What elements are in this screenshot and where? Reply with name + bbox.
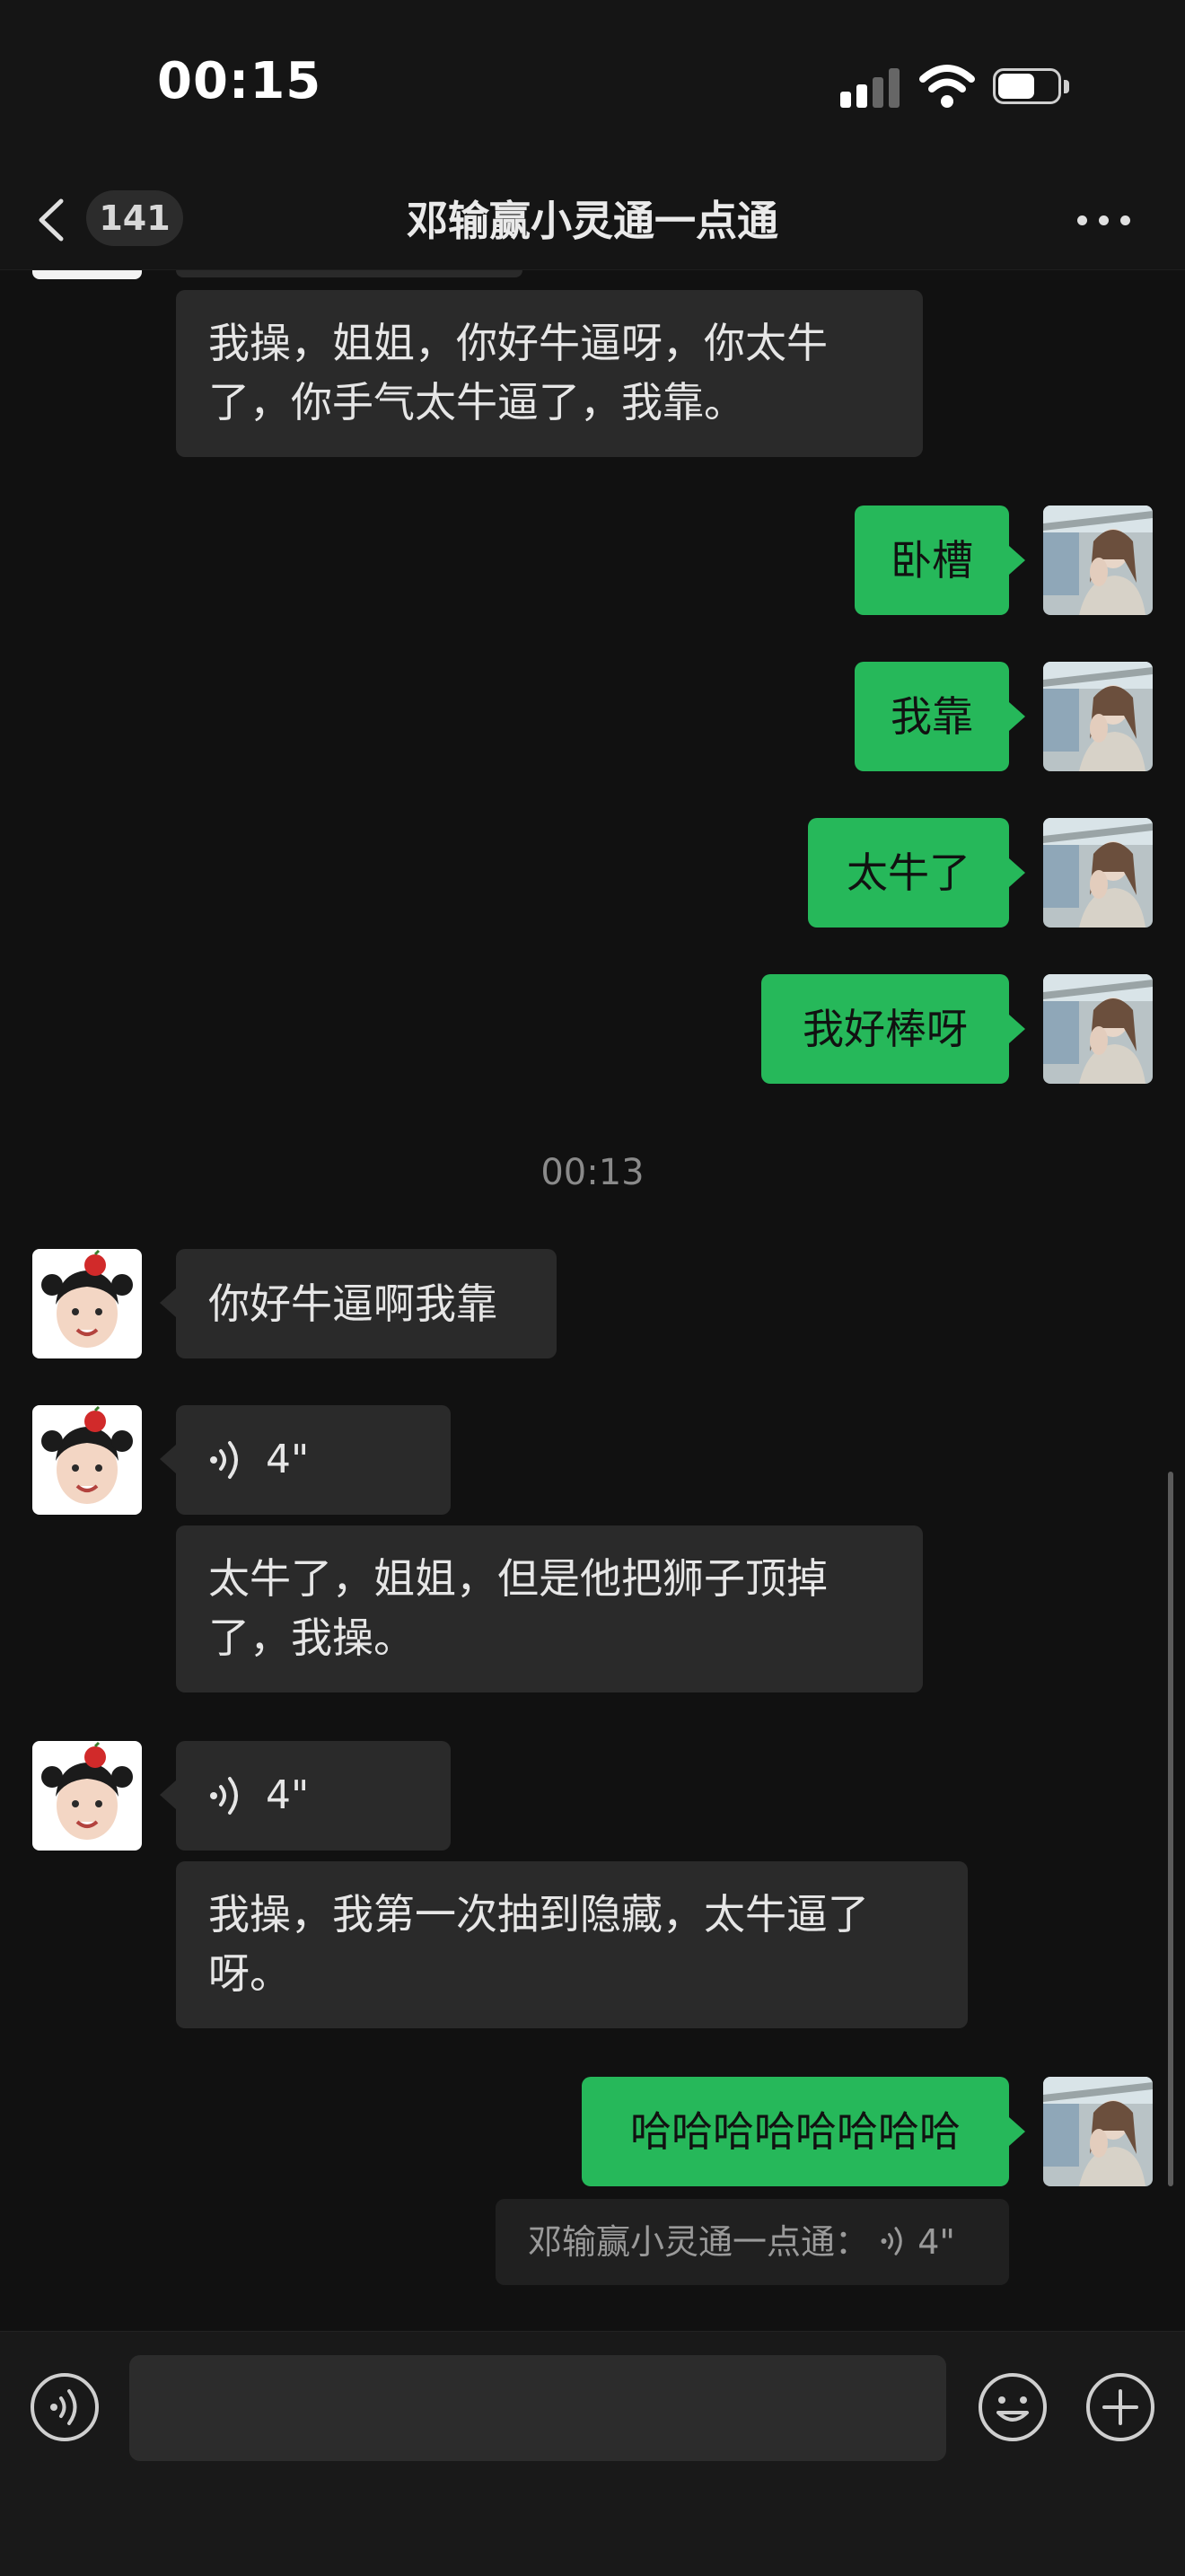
voice-duration: 4" xyxy=(266,1772,310,1818)
smiley-icon[interactable] xyxy=(977,2371,1049,2443)
outgoing-message-bubble[interactable]: 我靠 xyxy=(855,662,1025,771)
cellular-signal-icon xyxy=(840,66,901,108)
avatar[interactable] xyxy=(1043,818,1153,928)
voice-wave-icon xyxy=(210,1441,238,1479)
chat-title: 邓输赢小灵通一点通 xyxy=(407,197,778,245)
voice-wave-icon xyxy=(881,2226,902,2255)
more-button[interactable] xyxy=(1074,198,1137,242)
selfie-avatar-image xyxy=(1043,506,1153,615)
input-bar xyxy=(0,2331,1185,2576)
voice-wave-icon xyxy=(210,1777,238,1815)
voice-duration: 4" xyxy=(266,1437,310,1482)
message-list[interactable]: 我操，姐姐，你好牛逼呀，你太牛了，你手气太牛逼了，我靠。 卧槽 我靠 太牛了 我… xyxy=(0,270,1185,2331)
quoted-message-preview[interactable]: 邓输赢小灵通一点通： 4" xyxy=(496,2199,1009,2285)
quote-duration: 4" xyxy=(917,2222,955,2262)
message-input[interactable] xyxy=(129,2355,946,2461)
outgoing-message-bubble[interactable]: 我好棒呀 xyxy=(761,974,1025,1084)
selfie-avatar-image xyxy=(1043,974,1153,1084)
quote-sender: 邓输赢小灵通一点通： xyxy=(528,2222,870,2262)
status-bar: 00:15 xyxy=(0,0,1185,171)
avatar[interactable] xyxy=(1043,662,1153,771)
outgoing-message-bubble[interactable]: 哈哈哈哈哈哈哈哈 xyxy=(582,2077,1025,2186)
scrollbar[interactable] xyxy=(1168,1472,1173,2186)
voice-input-toggle-icon[interactable] xyxy=(29,2371,101,2443)
outgoing-message-bubble[interactable]: 卧槽 xyxy=(855,506,1025,615)
voice-message-bubble[interactable]: 4" xyxy=(160,1405,451,1515)
avatar xyxy=(32,270,142,279)
chat-header: 141 邓输赢小灵通一点通 xyxy=(0,171,1185,270)
avatar[interactable] xyxy=(32,1741,142,1851)
battery-icon xyxy=(993,68,1070,106)
selfie-avatar-image xyxy=(1043,818,1153,928)
selfie-avatar-image xyxy=(1043,2077,1153,2186)
child-avatar-image xyxy=(32,1741,142,1851)
voice-transcript[interactable]: 我操，我第一次抽到隐藏，太牛逼了呀。 xyxy=(176,1861,968,2028)
wifi-icon xyxy=(919,65,975,108)
avatar[interactable] xyxy=(1043,2077,1153,2186)
time-divider: 00:13 xyxy=(540,1152,645,1193)
voice-transcript[interactable]: 太牛了，姐姐，但是他把狮子顶掉了，我操。 xyxy=(176,1525,923,1692)
message-bubble xyxy=(176,270,522,277)
avatar[interactable] xyxy=(1043,974,1153,1084)
child-avatar-image xyxy=(32,1405,142,1515)
status-time: 00:15 xyxy=(157,52,322,110)
avatar[interactable] xyxy=(32,1249,142,1358)
avatar[interactable] xyxy=(1043,506,1153,615)
plus-circle-icon[interactable] xyxy=(1084,2371,1156,2443)
child-avatar-image xyxy=(32,1249,142,1358)
incoming-message-bubble[interactable]: 你好牛逼啊我靠 xyxy=(160,1249,557,1358)
avatar[interactable] xyxy=(32,1405,142,1515)
selfie-avatar-image xyxy=(1043,662,1153,771)
incoming-message-bubble[interactable]: 我操，姐姐，你好牛逼呀，你太牛了，你手气太牛逼了，我靠。 xyxy=(176,290,923,457)
outgoing-message-bubble[interactable]: 太牛了 xyxy=(808,818,1025,928)
voice-message-bubble[interactable]: 4" xyxy=(160,1741,451,1851)
